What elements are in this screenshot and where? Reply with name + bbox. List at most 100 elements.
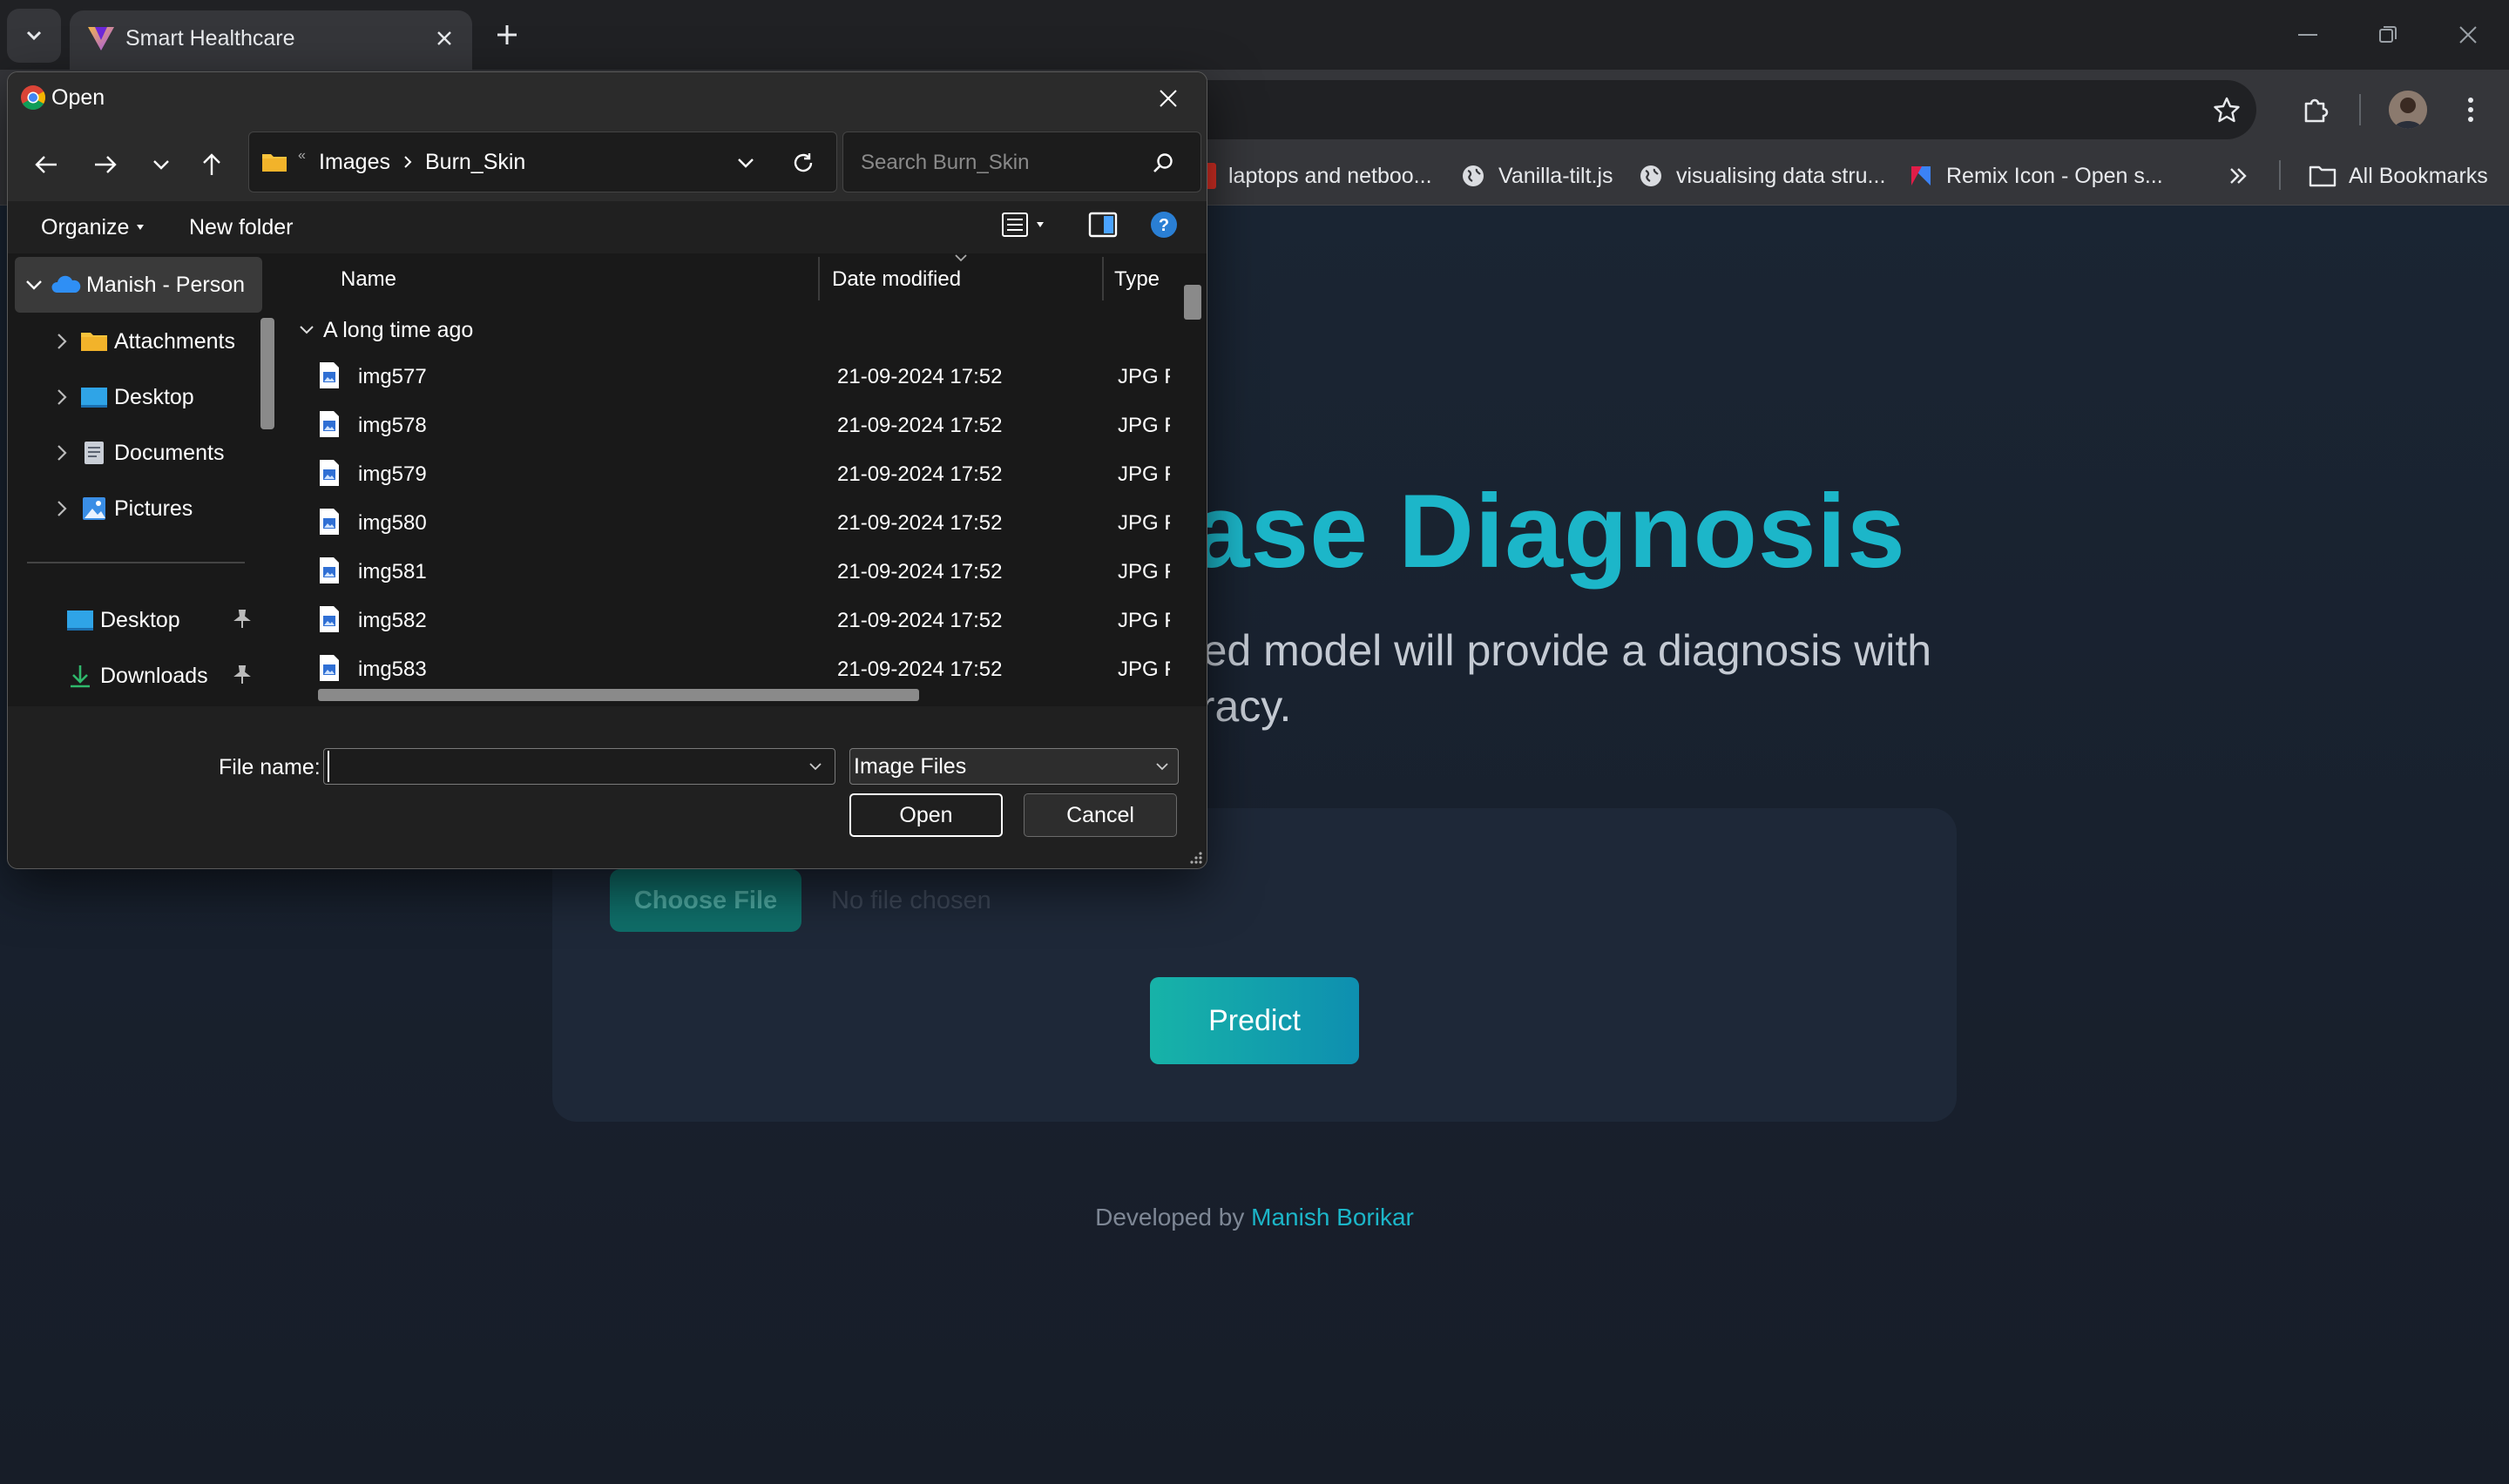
preview-pane-button[interactable] — [1088, 212, 1118, 238]
view-options-button[interactable] — [1001, 212, 1045, 238]
column-header-type[interactable]: Type — [1114, 264, 1160, 295]
onedrive-icon — [51, 275, 81, 293]
nav-item-label: Attachments — [114, 328, 235, 354]
column-divider[interactable] — [1102, 257, 1104, 300]
new-folder-button[interactable]: New folder — [189, 212, 294, 243]
chrome-logo-icon — [21, 85, 45, 110]
pictures-icon — [83, 497, 105, 520]
image-file-icon — [320, 362, 339, 388]
tab-search-button[interactable] — [7, 9, 61, 63]
all-bookmarks-button[interactable]: All Bookmarks — [2309, 153, 2488, 199]
arrow-left-icon — [35, 156, 57, 173]
group-header[interactable]: A long time ago — [299, 314, 473, 346]
file-row[interactable]: img578 21-09-2024 17:52 JPG File — [299, 401, 1179, 450]
breadcrumb-item[interactable]: Images — [319, 146, 390, 178]
file-name-input[interactable] — [328, 751, 798, 782]
forward-button[interactable] — [83, 142, 128, 187]
column-header-name[interactable]: Name — [341, 264, 396, 295]
column-divider[interactable] — [818, 257, 820, 300]
dialog-address-bar[interactable]: « Images Burn_Skin — [248, 132, 837, 192]
extensions-button[interactable] — [2291, 85, 2340, 134]
chevron-right-icon — [44, 388, 79, 406]
details-view-icon — [1002, 212, 1028, 237]
nav-item-downloads[interactable]: Downloads — [65, 649, 208, 703]
dialog-search-box[interactable]: Search Burn_Skin — [842, 132, 1201, 192]
bookmark-item[interactable]: Vanilla-tilt.js — [1460, 153, 1613, 199]
file-date: 21-09-2024 17:52 — [837, 511, 1003, 535]
more-bookmarks-button[interactable] — [2227, 153, 2249, 199]
close-tab-button[interactable] — [429, 23, 460, 54]
up-button[interactable] — [189, 142, 234, 187]
breadcrumb: Images Burn_Skin — [319, 146, 525, 178]
plus-icon — [497, 25, 517, 44]
address-dropdown-button[interactable] — [730, 148, 761, 178]
organize-button[interactable]: Organize — [41, 212, 145, 243]
browser-tab[interactable]: Smart Healthcare — [70, 10, 472, 70]
file-row[interactable]: img580 21-09-2024 17:52 JPG File — [299, 499, 1179, 548]
kebab-menu-icon — [2468, 98, 2473, 122]
chrome-menu-button[interactable] — [2446, 85, 2495, 134]
bookmark-item[interactable]: visualising data stru... — [1638, 153, 1885, 199]
file-row[interactable]: img583 21-09-2024 17:52 JPG File — [299, 645, 1179, 687]
file-row[interactable]: img582 21-09-2024 17:52 JPG File — [299, 597, 1179, 645]
caret-down-icon — [137, 225, 145, 230]
downloads-icon — [71, 665, 90, 688]
dialog-close-button[interactable] — [1142, 78, 1194, 119]
remix-icon — [1908, 163, 1934, 189]
file-type-filter[interactable]: Image Files — [849, 748, 1179, 785]
file-type: JPG File — [1118, 560, 1170, 583]
bookmark-star-button[interactable] — [2202, 85, 2251, 134]
double-chevron-right-icon — [2230, 168, 2247, 184]
breadcrumb-item[interactable]: Burn_Skin — [425, 146, 525, 178]
file-row[interactable]: img581 21-09-2024 17:52 JPG File — [299, 548, 1179, 597]
file-date: 21-09-2024 17:52 — [837, 560, 1003, 583]
file-name: img580 — [358, 511, 427, 535]
search-placeholder: Search Burn_Skin — [861, 151, 1030, 174]
file-type: JPG File — [1118, 511, 1170, 535]
refresh-button[interactable] — [786, 146, 821, 179]
close-window-button[interactable] — [2429, 12, 2507, 57]
restore-button[interactable] — [2349, 12, 2427, 57]
horizontal-scrollbar-thumb[interactable] — [318, 689, 919, 701]
close-icon — [1160, 90, 1177, 107]
author-link[interactable]: Manish Borikar — [1251, 1204, 1414, 1231]
back-button[interactable] — [24, 142, 69, 187]
bookmarks-divider — [2279, 160, 2281, 190]
file-name: img579 — [358, 462, 427, 486]
chevron-down-icon[interactable] — [808, 761, 822, 772]
column-header-date[interactable]: Date modified — [832, 264, 961, 295]
nav-item-onedrive[interactable]: Manish - Person — [17, 258, 245, 312]
folder-icon — [81, 333, 107, 351]
new-tab-button[interactable] — [488, 16, 526, 54]
file-name-combobox[interactable] — [323, 748, 835, 785]
nav-item-documents[interactable]: Documents — [44, 426, 224, 480]
file-list-vertical-scrollbar[interactable] — [1184, 285, 1201, 320]
nav-item-attachments[interactable]: Attachments — [44, 314, 235, 368]
nav-item-desktop[interactable]: Desktop — [44, 370, 194, 424]
address-bar[interactable] — [1133, 80, 2256, 139]
bookmark-label: laptops and netboo... — [1228, 163, 1432, 188]
profile-avatar[interactable] — [2389, 91, 2427, 129]
choose-file-button[interactable]: Choose File — [610, 869, 801, 932]
cancel-button[interactable]: Cancel — [1024, 793, 1177, 837]
dialog-footer — [8, 706, 1207, 868]
minimize-icon — [2298, 34, 2317, 36]
nav-item-desktop-pinned[interactable]: Desktop — [65, 593, 180, 647]
bookmark-item[interactable]: laptops and netboo... — [1204, 153, 1432, 199]
nav-scrollbar[interactable] — [260, 318, 274, 429]
file-row[interactable]: img577 21-09-2024 17:52 JPG File — [299, 353, 1179, 401]
recent-locations-button[interactable] — [139, 142, 184, 187]
bookmark-item[interactable]: Remix Icon - Open s... — [1908, 153, 2163, 199]
nav-item-pictures[interactable]: Pictures — [44, 482, 193, 536]
help-button[interactable]: ? — [1149, 210, 1179, 239]
puzzle-icon — [2304, 98, 2329, 123]
minimize-button[interactable] — [2269, 12, 2347, 57]
chevron-right-icon — [44, 444, 79, 462]
file-row[interactable]: img579 21-09-2024 17:52 JPG File — [299, 450, 1179, 499]
file-status-text: No file chosen — [831, 887, 991, 914]
open-button[interactable]: Open — [849, 793, 1003, 837]
globe-icon — [1638, 163, 1664, 189]
bookmark-label: Vanilla-tilt.js — [1498, 163, 1613, 188]
resize-grip-icon[interactable] — [1187, 849, 1203, 865]
predict-button[interactable]: Predict — [1150, 977, 1359, 1064]
